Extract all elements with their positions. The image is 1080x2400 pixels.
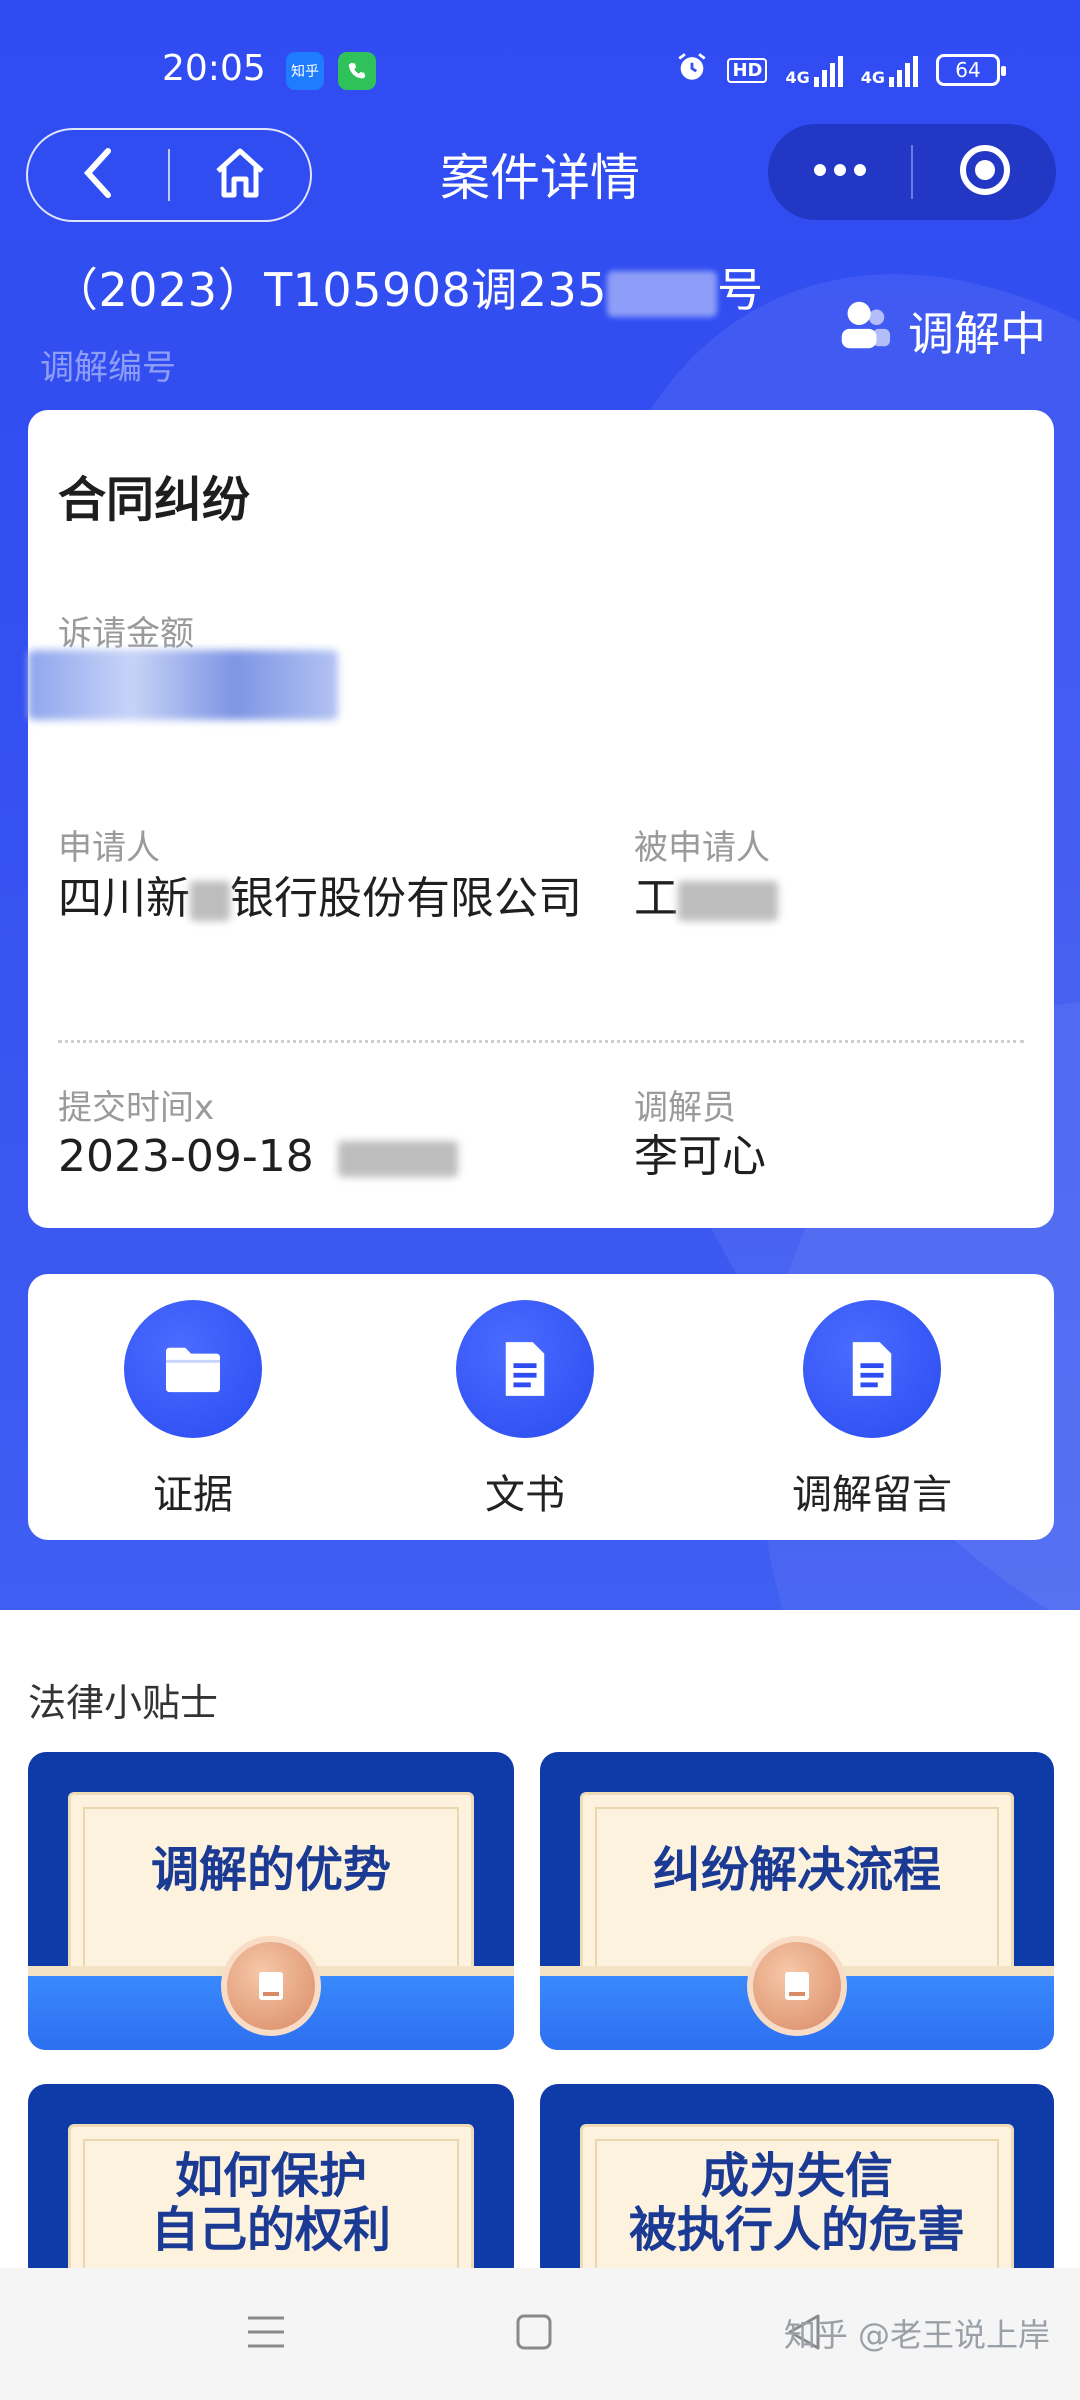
tip-card-dishonest-debtor[interactable]: 成为失信 被执行人的危害 xyxy=(540,2084,1054,2284)
tip-title: 调解的优势 xyxy=(150,1842,391,1898)
applicant-value-part2: 银行股份有限公司 xyxy=(230,873,582,924)
battery-icon: 64 xyxy=(936,54,1006,86)
applicant-value-part1: 四川新 xyxy=(58,873,190,924)
respondent-label: 被申请人 xyxy=(634,828,770,868)
amount-label: 诉请金额 xyxy=(58,614,194,654)
tip-title-line2: 被执行人的危害 xyxy=(628,2202,965,2258)
target-icon xyxy=(957,142,1013,202)
status-text: 调解中 xyxy=(908,306,1046,361)
book-icon xyxy=(747,1936,847,2036)
close-miniapp-button[interactable] xyxy=(913,124,1056,220)
case-number-label: 调解编号 xyxy=(40,348,176,388)
document-icon xyxy=(456,1300,594,1438)
home-button[interactable] xyxy=(170,130,310,220)
submit-date: 2023-09-18 xyxy=(58,1131,314,1182)
mediation-message-button[interactable]: 调解留言 xyxy=(752,1300,992,1520)
signal-icon: 4G xyxy=(785,53,843,87)
redacted-block xyxy=(678,881,778,921)
home-icon xyxy=(210,143,270,207)
watermark: 知乎 @老王说上岸 xyxy=(783,2316,1050,2354)
back-button[interactable] xyxy=(28,130,168,220)
divider xyxy=(58,1040,1024,1043)
actions-card: 证据 文书 调解留言 xyxy=(28,1274,1054,1540)
case-number: （2023）T105908调235 号 xyxy=(52,254,764,320)
folder-icon xyxy=(124,1300,262,1438)
home-nav-button[interactable] xyxy=(504,2304,564,2364)
status-indicators: HD 4G 4G 64 xyxy=(675,50,1006,90)
applicant-label: 申请人 xyxy=(58,828,160,868)
tip-title: 纠纷解决流程 xyxy=(652,1842,941,1898)
case-number-prefix: （2023）T105908调235 xyxy=(52,263,608,317)
signal-icon-2: 4G xyxy=(861,53,918,87)
tip-title-line1: 成为失信 xyxy=(700,2148,893,2204)
evidence-button[interactable]: 证据 xyxy=(73,1300,313,1520)
tip-title-line2: 自己的权利 xyxy=(150,2202,391,2258)
status-badge: 调解中 xyxy=(834,296,1046,365)
documents-button[interactable]: 文书 xyxy=(405,1300,645,1520)
nav-left-capsule xyxy=(26,128,312,222)
book-icon xyxy=(221,1936,321,2036)
menu-button[interactable] xyxy=(236,2304,296,2364)
phone-app-icon xyxy=(338,52,376,90)
hd-icon: HD xyxy=(727,57,768,83)
respondent-value-part: 工 xyxy=(634,873,678,924)
documents-label: 文书 xyxy=(485,1472,565,1518)
document-icon xyxy=(803,1300,941,1438)
tip-title-line1: 如何保护 xyxy=(174,2148,367,2204)
mediator-value: 李可心 xyxy=(634,1131,766,1182)
status-bar: 20:05 知乎 HD 4G 4G 64 xyxy=(0,0,1080,140)
redacted-block xyxy=(337,1141,458,1177)
applicant-value: 四川新 银行股份有限公司 xyxy=(58,868,618,930)
chevron-left-icon xyxy=(78,145,118,205)
case-type-title: 合同纠纷 xyxy=(58,472,251,528)
square-icon xyxy=(515,2313,553,2355)
submit-time-label: 提交时间x xyxy=(58,1088,215,1128)
more-dots-icon xyxy=(810,162,870,182)
alarm-icon xyxy=(675,50,709,90)
tip-card-protect-rights[interactable]: 如何保护 自己的权利 xyxy=(28,2084,514,2284)
zhihu-app-icon: 知乎 xyxy=(286,52,324,90)
nav-right-capsule xyxy=(768,124,1056,220)
more-button[interactable] xyxy=(768,124,911,220)
submit-time-value: 2023-09-18 xyxy=(58,1126,458,1188)
respondent-value: 工 xyxy=(634,868,778,930)
case-detail-card: 合同纠纷 诉请金额 申请人 四川新 银行股份有限公司 被申请人 工 提交时间x 2… xyxy=(28,410,1054,1228)
case-number-suffix: 号 xyxy=(717,263,764,317)
redacted-block xyxy=(607,270,718,317)
tip-card-dispute-process[interactable]: 纠纷解决流程 xyxy=(540,1752,1054,2050)
status-time: 20:05 xyxy=(162,48,266,89)
tip-card-mediation-advantages[interactable]: 调解的优势 xyxy=(28,1752,514,2050)
menu-icon xyxy=(246,2314,286,2354)
mediation-message-label: 调解留言 xyxy=(792,1472,952,1518)
mediator-label: 调解员 xyxy=(634,1088,736,1128)
evidence-label: 证据 xyxy=(153,1472,233,1518)
amount-value-redacted xyxy=(28,650,338,720)
users-icon xyxy=(834,296,892,365)
tips-section-title: 法律小贴士 xyxy=(28,1681,219,1725)
redacted-block xyxy=(190,881,230,921)
